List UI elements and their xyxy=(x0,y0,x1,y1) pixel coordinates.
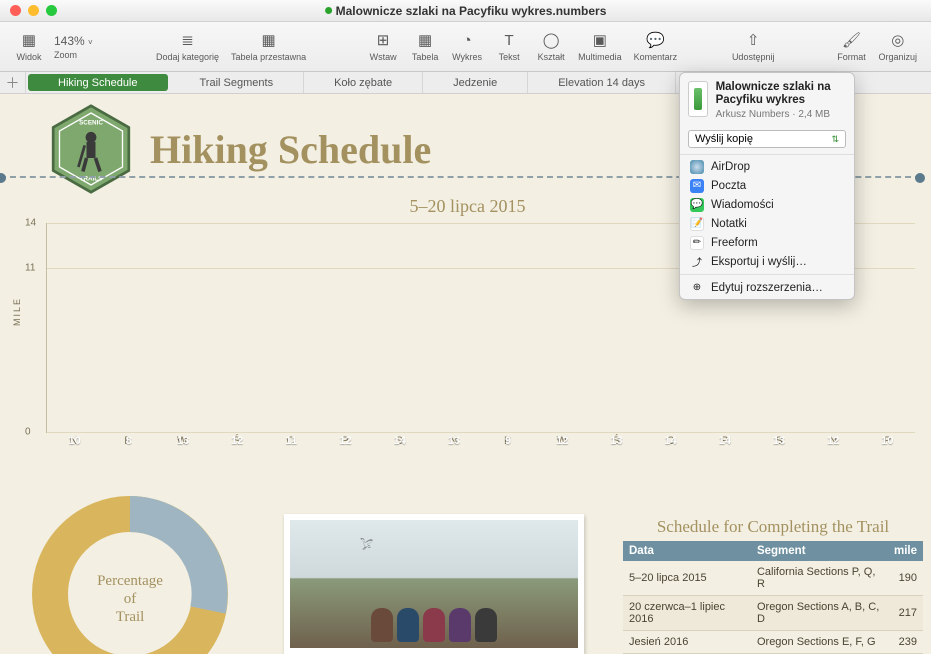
format-icon: 🖌 xyxy=(842,32,861,50)
col-segment[interactable]: Segment xyxy=(751,541,888,561)
tab-kolo-zebate[interactable]: Koło zębate xyxy=(304,72,423,93)
organize-button[interactable]: ◎Organizuj xyxy=(872,22,923,71)
view-icon: ▦ xyxy=(22,32,36,50)
bird-icon: 𓅯 xyxy=(360,534,373,553)
minimize-icon[interactable] xyxy=(28,5,39,16)
tab-trail-segments[interactable]: Trail Segments xyxy=(170,72,305,93)
extensions-icon: ⊕ xyxy=(690,281,704,295)
airdrop-icon xyxy=(690,160,704,174)
table-row[interactable]: 20 czerwca–1 lipiec 2016Oregon Sections … xyxy=(623,596,923,631)
text-icon: T xyxy=(505,32,514,50)
share-mail[interactable]: ✉Poczta xyxy=(680,176,854,195)
shape-icon: ◯ xyxy=(543,32,560,50)
insert-button[interactable]: ⊞Wstaw xyxy=(362,22,404,71)
selection-handle[interactable] xyxy=(915,173,925,183)
share-button[interactable]: ⇧Udostępnij xyxy=(726,22,781,71)
organize-icon: ◎ xyxy=(891,32,904,50)
share-options-list: AirDrop ✉Poczta 💬Wiadomości 📝Notatki ✏Fr… xyxy=(680,154,854,299)
col-data[interactable]: Data xyxy=(623,541,751,561)
mail-icon: ✉ xyxy=(690,179,704,193)
window-title: Malownicze szlaki na Pacyfiku wykres.num… xyxy=(325,4,607,18)
popover-title: Malownicze szlaki na Pacyfiku wykres xyxy=(716,81,846,107)
pie-chart[interactable]: Percentage of Trail xyxy=(30,494,230,654)
svg-text:SCENIC: SCENIC xyxy=(79,120,103,127)
notes-icon: 📝 xyxy=(690,217,704,231)
pivot-table-button[interactable]: ▦Tabela przestawna xyxy=(225,22,312,71)
category-icon: ≣ xyxy=(181,32,194,50)
document-header: SCENIC TRAILS Hiking Schedule xyxy=(46,104,431,194)
col-mile[interactable]: mile xyxy=(888,541,923,561)
fullscreen-icon[interactable] xyxy=(46,5,57,16)
tab-jedzenie[interactable]: Jedzenie xyxy=(423,72,528,93)
media-icon: ▣ xyxy=(593,32,607,50)
page-title: Hiking Schedule xyxy=(150,126,431,173)
schedule-table[interactable]: Data Segment mile 5–20 lipca 2015Califor… xyxy=(623,541,923,654)
insert-icon: ⊞ xyxy=(377,32,390,50)
comment-button[interactable]: 💬Komentarz xyxy=(628,22,684,71)
window-title-text: Malownicze szlaki na Pacyfiku wykres.num… xyxy=(336,4,607,18)
add-sheet-button[interactable]: ＋ xyxy=(0,72,26,93)
title-bar: Malownicze szlaki na Pacyfiku wykres.num… xyxy=(0,0,931,22)
numbers-doc-icon xyxy=(325,7,332,14)
share-export[interactable]: ⤴Eksportuj i wyślij… xyxy=(680,252,854,271)
messages-icon: 💬 xyxy=(690,198,704,212)
chart-button[interactable]: ◔Wykres xyxy=(446,22,488,71)
selection-handle[interactable] xyxy=(0,173,6,183)
share-freeform[interactable]: ✏Freeform xyxy=(680,233,854,252)
share-airdrop[interactable]: AirDrop xyxy=(680,157,854,176)
share-notes[interactable]: 📝Notatki xyxy=(680,214,854,233)
comment-icon: 💬 xyxy=(646,32,665,50)
popover-header: Malownicze szlaki na Pacyfiku wykres Ark… xyxy=(680,73,854,128)
pivot-icon: ▦ xyxy=(261,32,275,50)
tab-hiking-schedule[interactable]: Hiking Schedule xyxy=(28,74,168,91)
view-button[interactable]: ▦Widok xyxy=(8,22,50,71)
table-row[interactable]: 5–20 lipca 2015California Sections P, Q,… xyxy=(623,561,923,596)
window-controls xyxy=(0,5,57,16)
close-icon[interactable] xyxy=(10,5,21,16)
chevron-updown-icon: ⇅ xyxy=(831,134,839,145)
share-messages[interactable]: 💬Wiadomości xyxy=(680,195,854,214)
shape-button[interactable]: ◯Kształt xyxy=(530,22,572,71)
chart-icon: ◔ xyxy=(463,32,472,50)
popover-subtitle: Arkusz Numbers · 2,4 MB xyxy=(716,109,846,120)
schedule-table-block: Schedule for Completing the Trail Data S… xyxy=(623,517,923,654)
zoom-control[interactable]: 143% ˅Zoom xyxy=(50,22,110,71)
freeform-icon: ✏ xyxy=(690,236,704,250)
share-popover: Malownicze szlaki na Pacyfiku wykres Ark… xyxy=(679,72,855,300)
tab-elevation[interactable]: Elevation 14 days xyxy=(528,72,676,93)
text-button[interactable]: TTekst xyxy=(488,22,530,71)
table-button[interactable]: ▦Tabela xyxy=(404,22,446,71)
share-icon: ⇧ xyxy=(747,32,760,50)
media-button[interactable]: ▣Multimedia xyxy=(572,22,628,71)
numbers-file-icon xyxy=(688,81,708,117)
toolbar: ▦Widok 143% ˅Zoom ≣Dodaj kategorię ▦Tabe… xyxy=(0,22,931,72)
table-row[interactable]: Jesień 2016Oregon Sections E, F, G239 xyxy=(623,631,923,654)
share-edit-extensions[interactable]: ⊕Edytuj rozszerzenia… xyxy=(680,278,854,297)
send-copy-select[interactable]: Wyślij kopię ⇅ xyxy=(688,130,846,148)
add-category-button[interactable]: ≣Dodaj kategorię xyxy=(150,22,225,71)
table-title: Schedule for Completing the Trail xyxy=(623,517,923,537)
table-icon: ▦ xyxy=(418,32,432,50)
photo-frame[interactable]: 𓅯 xyxy=(284,514,584,654)
export-icon: ⤴ xyxy=(690,255,704,269)
photo-image: 𓅯 xyxy=(290,520,578,648)
pie-label: Percentage of Trail xyxy=(30,572,230,626)
y-axis-label: MILE xyxy=(12,297,22,326)
logo-badge: SCENIC TRAILS xyxy=(46,104,136,194)
format-button[interactable]: 🖌Format xyxy=(830,22,872,71)
